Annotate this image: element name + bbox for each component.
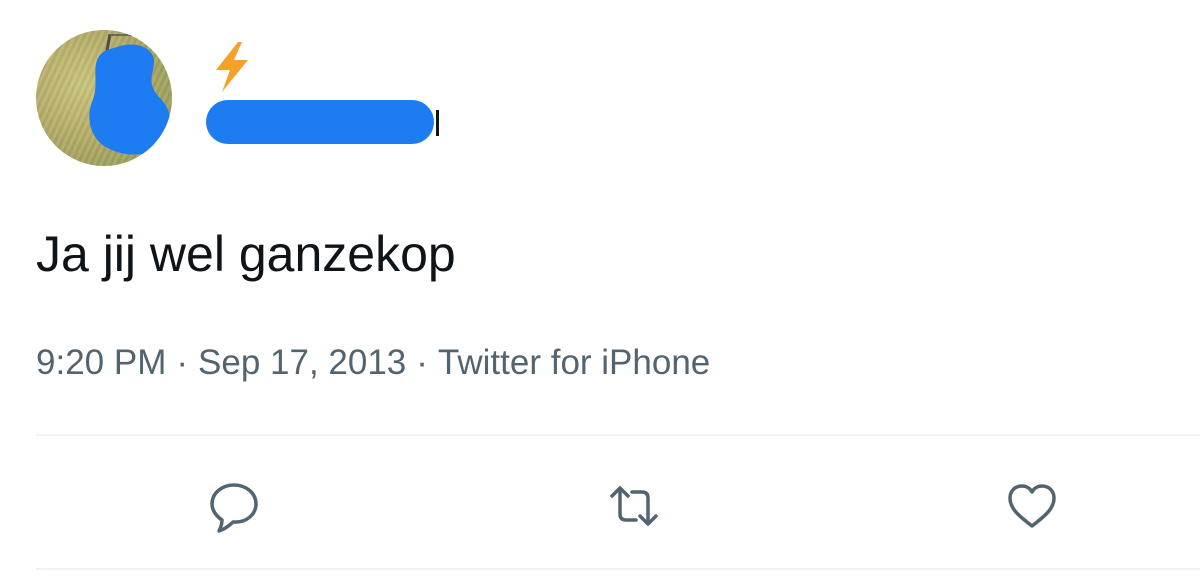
meta-separator: · — [416, 343, 428, 382]
avatar-redaction-scribble — [89, 44, 171, 155]
speech-bubble-icon — [210, 483, 258, 533]
like-button[interactable] — [1004, 478, 1060, 534]
divider — [36, 434, 1200, 436]
reply-button[interactable] — [206, 478, 262, 534]
tweet-source: Twitter for iPhone — [437, 343, 711, 382]
tweet-text: Ja jij wel ganzekop — [36, 226, 456, 282]
retweet-arrows-icon — [610, 486, 658, 526]
display-name-tail — [436, 110, 439, 136]
display-name-redaction — [206, 100, 434, 144]
tweet-metadata: 9:20 PM · Sep 17, 2013 · Twitter for iPhone — [36, 340, 710, 386]
tweet-time[interactable]: 9:20 PM — [36, 343, 166, 382]
heart-icon — [1008, 484, 1056, 528]
divider — [36, 568, 1200, 570]
avatar[interactable] — [36, 30, 172, 166]
tweet-date[interactable]: Sep 17, 2013 — [198, 343, 406, 382]
tweet-header — [0, 0, 1200, 180]
lightning-bolt-icon — [216, 42, 248, 92]
retweet-button[interactable] — [606, 478, 662, 534]
meta-separator: · — [176, 343, 189, 382]
